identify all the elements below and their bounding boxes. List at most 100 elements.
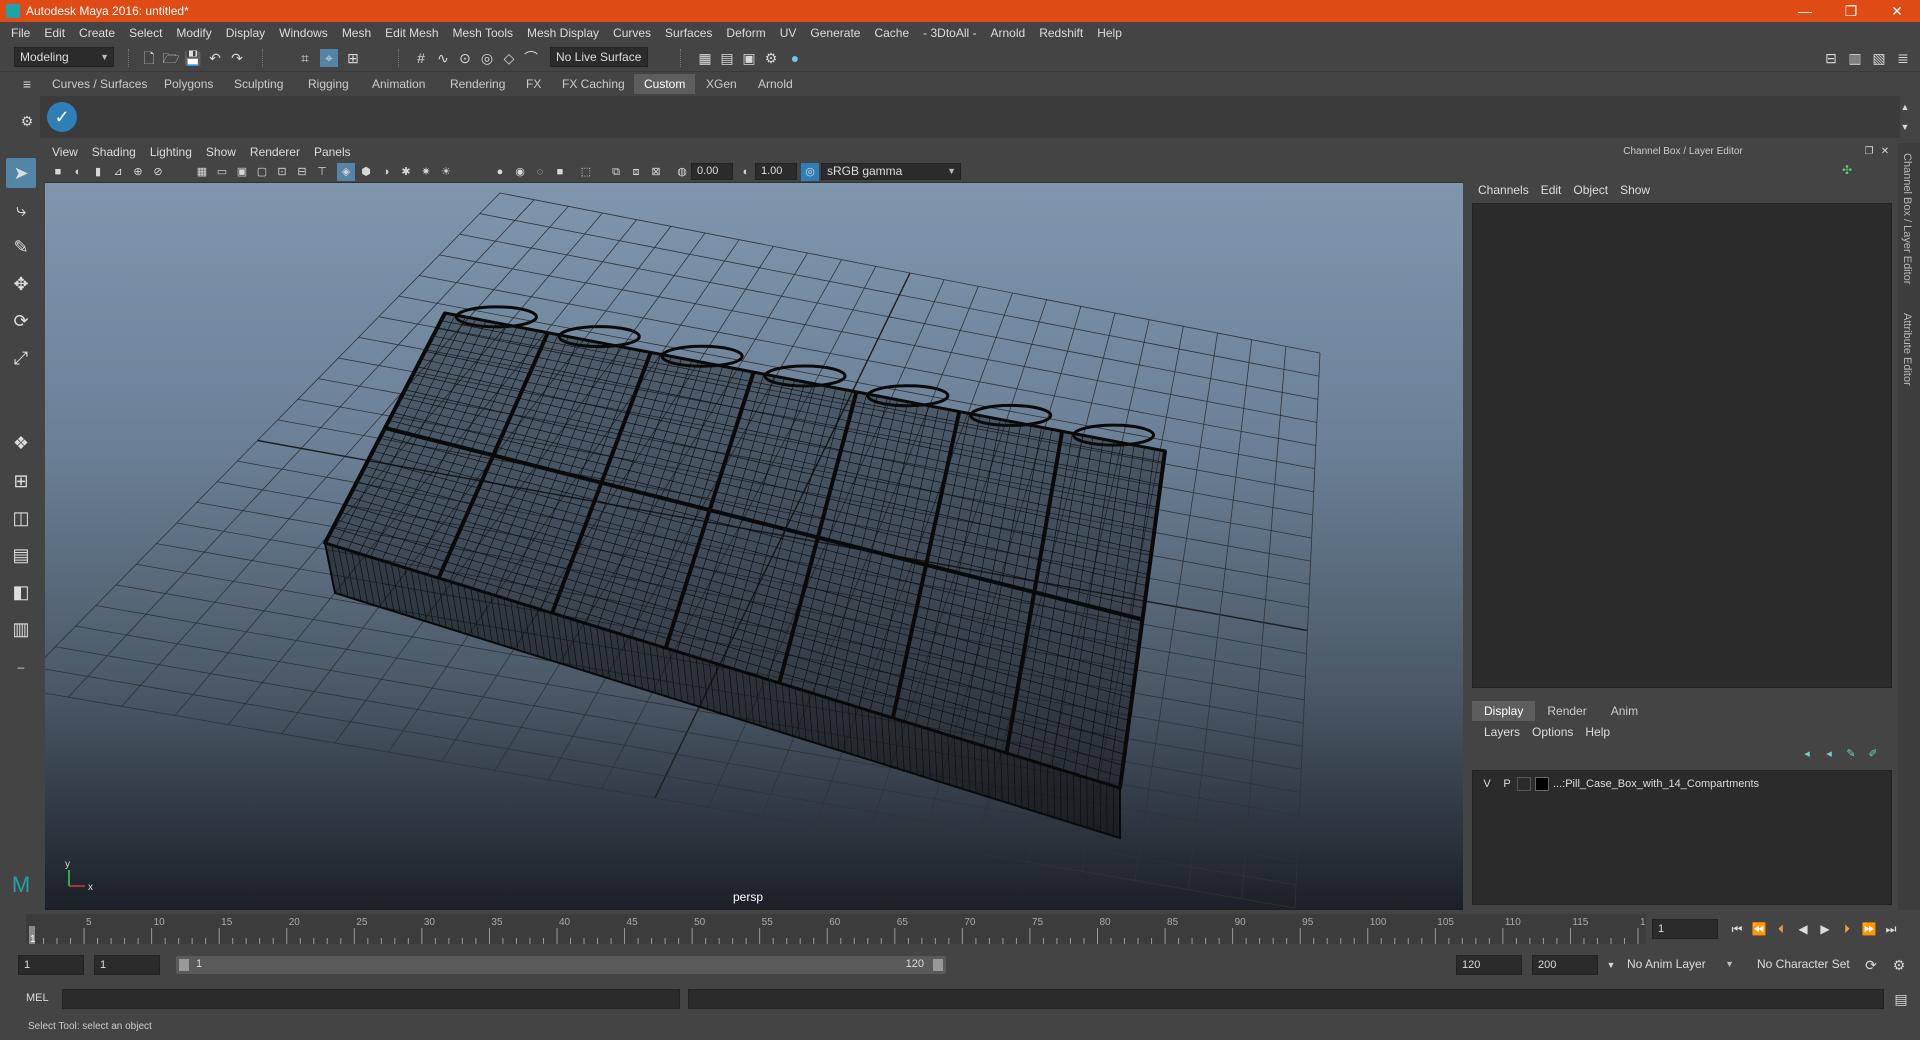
cb-menu-object[interactable]: Object — [1567, 183, 1614, 197]
menu-uv[interactable]: UV — [773, 26, 804, 40]
screen-space-ao-icon[interactable]: ● — [491, 163, 509, 181]
move-tool-icon[interactable]: ✥ — [6, 269, 36, 299]
gamma-icon[interactable]: ◐ — [737, 163, 755, 181]
menu-curves[interactable]: Curves — [606, 26, 658, 40]
snap-curve-icon[interactable]: ∿ — [434, 49, 452, 67]
le-tab-render[interactable]: Render — [1535, 701, 1598, 721]
animation-prefs-icon[interactable]: ⚙ — [1890, 956, 1908, 974]
rotate-tool-icon[interactable]: ⟳ — [6, 306, 36, 336]
anti-aliasing-icon[interactable]: ◌ — [531, 163, 549, 181]
color-management-icon[interactable]: ◎ — [801, 163, 819, 181]
snap-view-icon[interactable]: ◎ — [478, 49, 496, 67]
minimize-icon[interactable]: — — [1782, 0, 1828, 22]
shelf-tab-fx[interactable]: FX — [516, 74, 551, 94]
smooth-shade-icon[interactable]: ⬢ — [357, 163, 375, 181]
make-live-icon[interactable]: ⌒ — [522, 49, 540, 67]
shelf-tab-polygons[interactable]: Polygons — [154, 74, 223, 94]
xray-components-icon[interactable]: ⊠ — [647, 163, 665, 181]
chevron-down-icon[interactable]: ▼ — [1602, 956, 1620, 974]
two-d-pan-icon[interactable]: ⊘ — [149, 163, 167, 181]
current-frame-field[interactable]: 1 — [1652, 919, 1718, 939]
timeline-ruler[interactable]: 5 10 15 20 25 30 35 40 45 50 55 60 65 70 75 80 85 90 95 100… — [26, 914, 1646, 944]
move-layer-up-icon[interactable]: ◂ — [1798, 745, 1816, 763]
auto-key-icon[interactable]: ⟳ — [1862, 956, 1880, 974]
anim-layer-dropdown[interactable]: No Anim Layer ▼ — [1622, 955, 1738, 975]
perspective-viewport[interactable]: x y persp — [45, 183, 1463, 910]
menu-3dtoall[interactable]: - 3DtoAll - — [916, 26, 983, 40]
modeling-toolkit-icon[interactable]: ⊟ — [1822, 49, 1840, 67]
menu-help[interactable]: Help — [1090, 26, 1129, 40]
vp-menu-lighting[interactable]: Lighting — [143, 143, 199, 161]
film-gate-toggle-icon[interactable]: ▭ — [213, 163, 231, 181]
shelf-tab-sculpting[interactable]: Sculpting — [224, 74, 293, 94]
resolution-gate-icon[interactable]: ▣ — [233, 163, 251, 181]
layout-graph-icon[interactable]: ◧ — [6, 577, 36, 607]
snap-point-icon[interactable]: ⊙ — [456, 49, 474, 67]
ipr-render-icon[interactable]: ▣ — [740, 49, 758, 67]
menu-edit[interactable]: Edit — [37, 26, 72, 40]
menu-surfaces[interactable]: Surfaces — [658, 26, 719, 40]
open-scene-icon[interactable]: 🗁 — [162, 49, 180, 67]
step-forward-frame-icon[interactable]: ⏵ — [1838, 920, 1856, 938]
shelf-tab-arnold[interactable]: Arnold — [748, 74, 803, 94]
shelf-tab-curves-surfaces[interactable]: Curves / Surfaces — [42, 74, 157, 94]
command-language-label[interactable]: MEL — [26, 992, 49, 1004]
paint-select-tool-icon[interactable]: ✎ — [6, 232, 36, 262]
close-panel-icon[interactable]: ✕ — [1876, 143, 1894, 161]
playback-end-field[interactable]: 120 — [1456, 955, 1522, 975]
vp-menu-renderer[interactable]: Renderer — [243, 143, 307, 161]
xray-icon[interactable]: ⧉ — [607, 163, 625, 181]
pill-case-wireframe[interactable] — [322, 305, 1167, 840]
snap-grid-icon[interactable]: # — [412, 49, 430, 67]
shelf-scroll-up-icon[interactable]: ▲ — [1896, 98, 1914, 116]
shadows-icon[interactable]: ☀ — [437, 163, 455, 181]
safe-action-icon[interactable]: ⊟ — [293, 163, 311, 181]
hypershade-icon[interactable]: ● — [786, 49, 804, 67]
select-tool-icon[interactable]: ➤ — [6, 158, 36, 188]
new-scene-icon[interactable]: 🗋 — [140, 49, 158, 67]
menu-display[interactable]: Display — [219, 26, 272, 40]
range-start-handle[interactable] — [179, 959, 189, 971]
mode-selector[interactable]: Modeling ▼ — [14, 47, 114, 67]
channel-box-icon[interactable]: ≣ — [1894, 49, 1912, 67]
vp-menu-panels[interactable]: Panels — [307, 143, 358, 161]
grid-toggle-icon[interactable]: ▦ — [193, 163, 211, 181]
toolbox-more-icon[interactable]: – — [6, 652, 36, 682]
checkmark-icon[interactable]: ✓ — [47, 102, 77, 132]
menu-cache[interactable]: Cache — [867, 26, 916, 40]
animation-end-field[interactable]: 200 — [1532, 955, 1598, 975]
menu-file[interactable]: File — [4, 26, 37, 40]
command-input[interactable] — [62, 989, 680, 1009]
layout-two-view-icon[interactable]: ◫ — [6, 503, 36, 533]
layout-four-view-icon[interactable]: ⊞ — [6, 466, 36, 496]
render-settings-icon[interactable]: ⚙ — [762, 49, 780, 67]
snap-surface-icon[interactable]: ◇ — [500, 49, 518, 67]
menu-mesh-display[interactable]: Mesh Display — [520, 26, 606, 40]
script-editor-icon[interactable]: ▤ — [1892, 990, 1910, 1008]
vp-menu-shading[interactable]: Shading — [85, 143, 143, 161]
menu-create[interactable]: Create — [72, 26, 122, 40]
color-space-dropdown[interactable]: sRGB gamma ▼ — [821, 163, 961, 180]
menu-redshift[interactable]: Redshift — [1032, 26, 1090, 40]
le-tab-display[interactable]: Display — [1472, 701, 1536, 721]
shelf-tab-custom[interactable]: Custom — [634, 74, 696, 94]
restore-icon[interactable]: ❐ — [1828, 0, 1874, 22]
step-forward-key-icon[interactable]: ⏩ — [1860, 920, 1878, 938]
cb-menu-edit[interactable]: Edit — [1535, 183, 1568, 197]
save-scene-icon[interactable]: 💾 — [184, 49, 202, 67]
menu-mesh[interactable]: Mesh — [335, 26, 378, 40]
use-lights-icon[interactable]: ✷ — [417, 163, 435, 181]
le-menu-layers[interactable]: Layers — [1478, 725, 1526, 739]
play-forward-icon[interactable]: ▶ — [1816, 920, 1834, 938]
camera-icon[interactable]: ■ — [49, 163, 67, 181]
layer-playback-toggle[interactable]: P — [1497, 778, 1517, 790]
shelf-tab-rendering[interactable]: Rendering — [440, 74, 515, 94]
wireframe-on-shaded-icon[interactable]: ◑ — [377, 163, 395, 181]
attribute-editor-icon[interactable]: ▥ — [1846, 49, 1864, 67]
layer-color-swatch[interactable] — [1535, 777, 1549, 791]
layer-row[interactable]: V P ...:Pill_Case_Box_with_14_Compartmen… — [1477, 775, 1759, 793]
wireframe-icon[interactable]: ◈ — [337, 163, 355, 181]
tool-settings-icon[interactable]: ▧ — [1870, 49, 1888, 67]
field-chart-icon[interactable]: ⊡ — [273, 163, 291, 181]
menu-select[interactable]: Select — [122, 26, 169, 40]
